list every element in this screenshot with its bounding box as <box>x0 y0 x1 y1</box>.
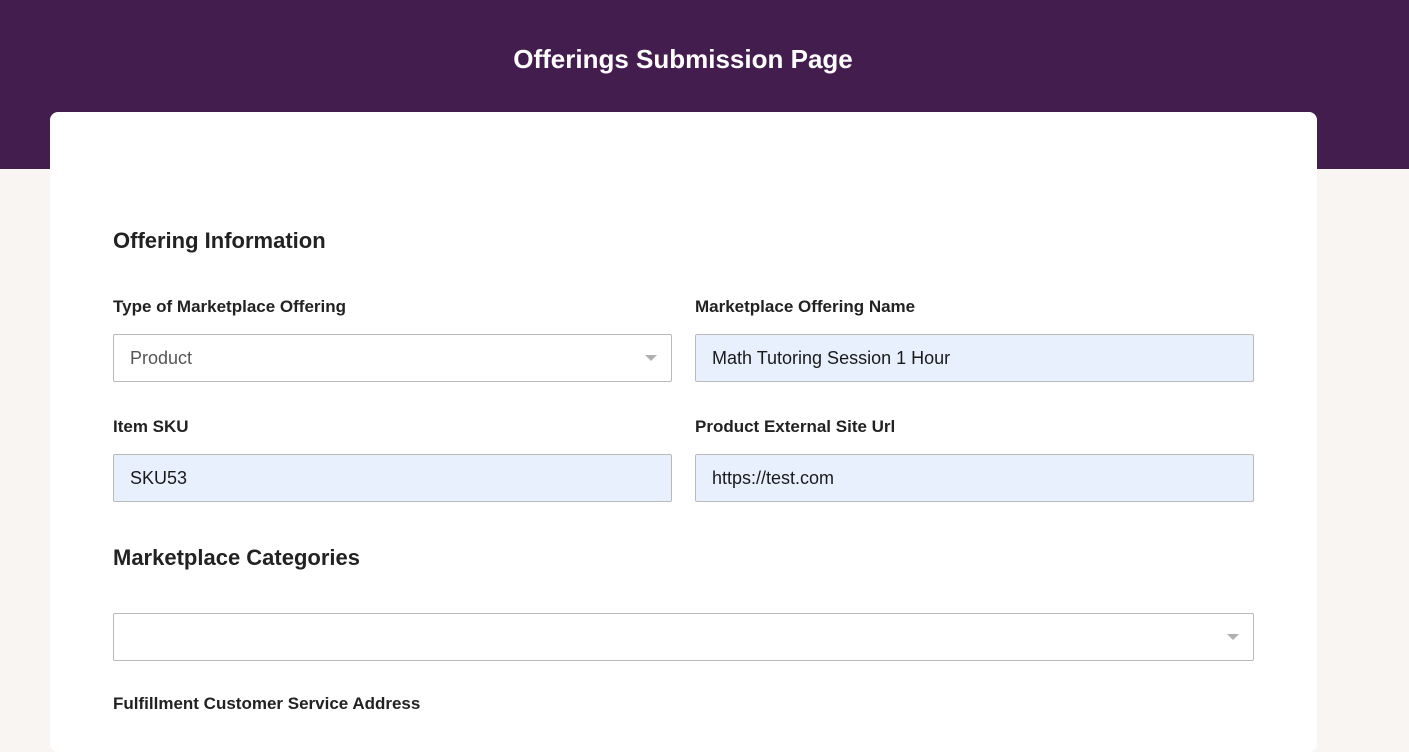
marketplace-categories-select[interactable] <box>113 613 1254 661</box>
offering-name-input[interactable]: Math Tutoring Session 1 Hour <box>695 334 1254 382</box>
external-url-label: Product External Site Url <box>695 417 896 436</box>
offering-name-value: Math Tutoring Session 1 Hour <box>712 348 951 368</box>
page-title: Offerings Submission Page <box>513 44 853 74</box>
item-sku-value: SKU53 <box>130 468 188 488</box>
fulfillment-address-label: Fulfillment Customer Service Address <box>113 694 421 713</box>
type-of-offering-select[interactable]: Product <box>113 334 672 382</box>
chevron-down-icon <box>645 355 657 361</box>
form-card: Offering Information Type of Marketplace… <box>50 112 1317 752</box>
type-of-offering-label: Type of Marketplace Offering <box>113 297 347 316</box>
item-sku-label: Item SKU <box>113 417 189 436</box>
external-url-input[interactable]: https://test.com <box>695 454 1254 502</box>
chevron-down-icon <box>1227 634 1239 640</box>
item-sku-input[interactable]: SKU53 <box>113 454 672 502</box>
section-title-marketplace-categories: Marketplace Categories <box>113 545 360 570</box>
offering-name-label: Marketplace Offering Name <box>695 297 916 316</box>
external-url-value: https://test.com <box>712 468 835 488</box>
type-of-offering-value: Product <box>130 348 193 368</box>
section-title-offering-information: Offering Information <box>113 228 326 253</box>
